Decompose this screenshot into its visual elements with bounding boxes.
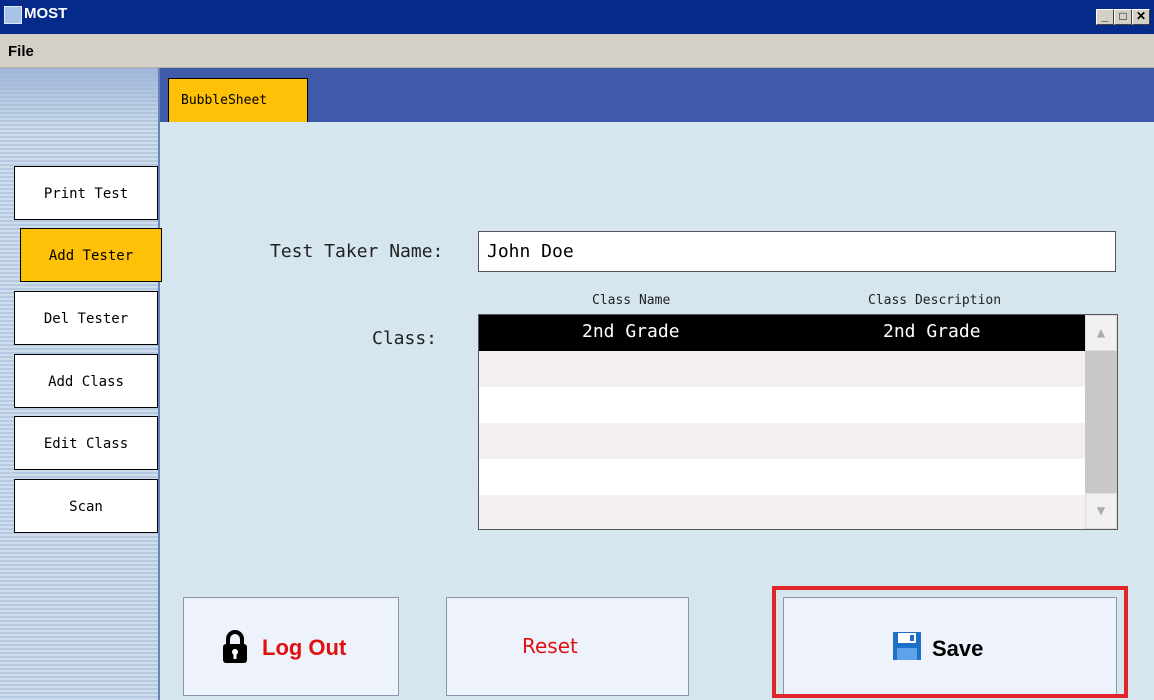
logout-button[interactable]: Log Out <box>183 597 399 696</box>
sidebar-item-edit-class[interactable]: Edit Class <box>14 416 158 470</box>
table-row-empty <box>479 387 1085 423</box>
close-button[interactable]: ✕ <box>1132 9 1150 25</box>
window-title-bar: MOST _ □ ✕ <box>0 0 1154 34</box>
menu-bar: File <box>0 34 1154 68</box>
sidebar-item-add-class[interactable]: Add Class <box>14 354 158 408</box>
sidebar: Print Test Add Tester Del Tester Add Cla… <box>0 68 162 700</box>
class-name-cell: 2nd Grade <box>582 321 680 342</box>
column-header-class-description: Class Description <box>868 293 1002 308</box>
floppy-disk-icon <box>893 632 921 660</box>
padlock-icon <box>223 630 247 663</box>
table-row-empty <box>479 423 1085 459</box>
table-row[interactable]: 2nd Grade 2nd Grade <box>479 315 1085 351</box>
test-taker-name-label: Test Taker Name: <box>270 241 444 262</box>
window-title: MOST <box>24 5 68 22</box>
table-row-empty <box>479 495 1085 529</box>
maximize-button[interactable]: □ <box>1114 9 1132 25</box>
table-row-empty <box>479 351 1085 387</box>
save-label: Save <box>932 636 984 661</box>
tab-bubblesheet[interactable]: BubbleSheet <box>168 78 308 122</box>
tab-strip: BubbleSheet <box>160 68 1154 122</box>
minimize-button[interactable]: _ <box>1096 9 1114 25</box>
class-description-cell: 2nd Grade <box>883 321 981 342</box>
table-row-empty <box>479 459 1085 495</box>
logout-label: Log Out <box>262 635 347 660</box>
class-label: Class: <box>372 328 438 349</box>
sidebar-item-print-test[interactable]: Print Test <box>14 166 158 220</box>
reset-button[interactable]: Reset <box>446 597 689 696</box>
app-icon <box>4 6 22 24</box>
column-header-class-name: Class Name <box>592 293 671 308</box>
sidebar-header-decoration <box>0 68 158 128</box>
menu-file[interactable]: File <box>8 43 34 60</box>
sidebar-item-scan[interactable]: Scan <box>14 479 158 533</box>
sidebar-item-del-tester[interactable]: Del Tester <box>14 291 158 345</box>
sidebar-item-add-tester[interactable]: Add Tester <box>20 228 162 282</box>
table-scrollbar[interactable]: ▲ ▼ <box>1085 315 1117 529</box>
scroll-up-icon[interactable]: ▲ <box>1085 315 1117 351</box>
class-table[interactable]: 2nd Grade 2nd Grade ▲ ▼ <box>478 314 1118 530</box>
scroll-down-icon[interactable]: ▼ <box>1085 493 1117 529</box>
save-button[interactable]: Save <box>783 597 1117 696</box>
reset-label: Reset <box>522 634 578 658</box>
test-taker-name-input[interactable] <box>478 231 1116 272</box>
